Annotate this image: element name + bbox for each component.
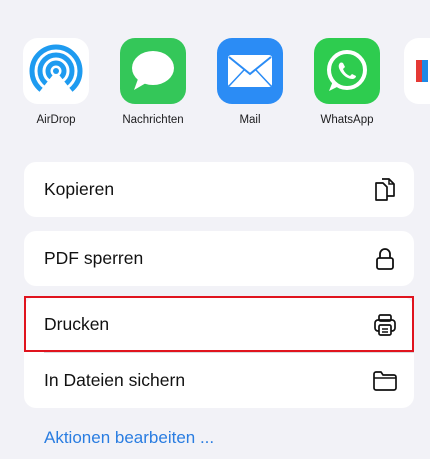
printer-icon bbox=[372, 312, 398, 338]
share-targets-row: AirDrop Nachrichten Mail WhatsApp bbox=[23, 38, 430, 138]
edit-actions-link[interactable]: Aktionen bearbeiten ... bbox=[44, 428, 214, 448]
action-lock-pdf[interactable]: PDF sperren bbox=[24, 231, 414, 286]
share-target-more-partial[interactable] bbox=[404, 38, 430, 114]
share-target-whatsapp[interactable]: WhatsApp bbox=[307, 38, 387, 126]
share-target-airdrop[interactable]: AirDrop bbox=[16, 38, 96, 126]
action-label: In Dateien sichern bbox=[44, 370, 186, 390]
folder-icon bbox=[372, 368, 398, 394]
mail-icon bbox=[217, 38, 283, 104]
action-save-to-files[interactable]: In Dateien sichern bbox=[24, 353, 414, 408]
action-copy[interactable]: Kopieren bbox=[24, 162, 414, 217]
action-label: PDF sperren bbox=[44, 248, 144, 268]
share-target-label: AirDrop bbox=[36, 114, 76, 126]
copy-action-group: Kopieren bbox=[24, 162, 414, 217]
share-target-label: WhatsApp bbox=[320, 114, 374, 126]
more-apps-partial-icon bbox=[404, 38, 430, 104]
action-label: Kopieren bbox=[44, 179, 115, 199]
share-target-label: Nachrichten bbox=[122, 114, 184, 126]
whatsapp-icon bbox=[314, 38, 380, 104]
action-print[interactable]: Drucken bbox=[24, 297, 414, 352]
print-save-action-group: Drucken In Dateien sichern bbox=[24, 297, 414, 408]
share-target-messages[interactable]: Nachrichten bbox=[113, 38, 193, 126]
lock-action-group: PDF sperren bbox=[24, 231, 414, 286]
airdrop-icon bbox=[23, 38, 89, 104]
share-target-mail[interactable]: Mail bbox=[210, 38, 290, 126]
action-label: Drucken bbox=[44, 314, 110, 334]
share-target-label: Mail bbox=[239, 114, 261, 126]
lock-icon bbox=[372, 246, 398, 272]
messages-icon bbox=[120, 38, 186, 104]
copy-icon bbox=[372, 177, 398, 203]
